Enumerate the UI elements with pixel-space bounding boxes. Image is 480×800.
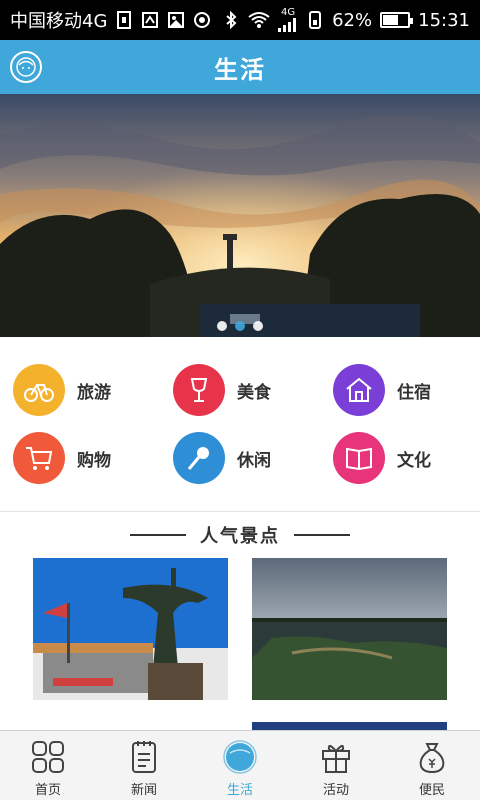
grid-home-icon: [28, 737, 68, 777]
category-leisure[interactable]: 休闲: [173, 432, 271, 484]
notification-icon: [142, 12, 159, 28]
app-header: 生活: [0, 40, 480, 94]
shopping-cart-icon: [13, 432, 65, 484]
category-food[interactable]: 美食: [173, 364, 271, 416]
wine-glass-icon: [173, 364, 225, 416]
nav-label: 新闻: [130, 783, 157, 798]
bicycle-icon: [13, 364, 65, 416]
nav-tab-events[interactable]: 活动: [288, 731, 384, 800]
battery-icon: [380, 12, 414, 28]
wifi-icon: [248, 12, 270, 28]
gift-box-icon: [316, 737, 356, 777]
spot-card-partial[interactable]: [252, 722, 447, 730]
book-icon: [333, 432, 385, 484]
spot-image: [33, 558, 228, 700]
nav-label: 首页: [34, 783, 61, 798]
signal-bars-icon: [278, 18, 297, 32]
spot-image: [252, 558, 447, 700]
news-notebook-icon: [124, 737, 164, 777]
bottom-navigation: 首页 新闻 生活 活动 便民: [0, 730, 480, 800]
image-icon: [168, 12, 185, 28]
nav-tab-news[interactable]: 新闻: [96, 731, 192, 800]
clock: 15:31: [418, 9, 470, 31]
nav-tab-services[interactable]: 便民: [384, 731, 480, 800]
microphone-icon: [173, 432, 225, 484]
battery-percent: 62%: [332, 9, 373, 31]
carrier-label: 中国移动4G: [10, 11, 108, 32]
category-lodging[interactable]: 住宿: [333, 364, 431, 416]
carousel-dot[interactable]: [217, 321, 227, 331]
divider: [294, 534, 350, 536]
house-icon: [333, 364, 385, 416]
banner-image: [0, 94, 480, 337]
money-bag-icon: [412, 737, 452, 777]
spot-card-statue[interactable]: [33, 558, 228, 700]
category-travel[interactable]: 旅游: [13, 364, 111, 416]
battery-level-fill: [383, 15, 399, 25]
bluetooth-icon: [226, 11, 237, 29]
category-label: 旅游: [77, 382, 111, 403]
category-grid: 旅游 美食 住宿 购物 休闲 文化: [0, 337, 480, 512]
nav-label: 便民: [418, 783, 445, 798]
nav-tab-home[interactable]: 首页: [0, 731, 96, 800]
carousel-dot[interactable]: [253, 321, 263, 331]
nav-label: 活动: [322, 783, 349, 798]
category-label: 购物: [77, 450, 111, 471]
category-label: 文化: [397, 450, 431, 471]
carousel-indicators: [0, 321, 480, 331]
section-title: 人气景点: [200, 526, 280, 547]
signal-indicator: 4G: [278, 8, 298, 32]
app-icon: [194, 12, 211, 28]
category-label: 休闲: [237, 450, 271, 471]
sim-icon: [117, 11, 132, 29]
network-type-label: 4G: [281, 7, 296, 18]
category-shopping[interactable]: 购物: [13, 432, 111, 484]
nav-label: 生活: [226, 783, 253, 798]
status-bar: 中国移动4G 4G 62% 15:31: [0, 0, 480, 40]
page-title: 生活: [214, 55, 266, 84]
category-label: 住宿: [397, 382, 431, 403]
category-label: 美食: [237, 382, 271, 403]
spot-card-lake[interactable]: [252, 558, 447, 700]
banner-carousel[interactable]: [0, 94, 480, 337]
user-avatar-icon: [16, 57, 36, 77]
section-header: 人气景点: [0, 522, 480, 548]
divider: [130, 534, 186, 536]
life-circle-icon: [220, 737, 260, 777]
category-culture[interactable]: 文化: [333, 432, 431, 484]
user-avatar-button[interactable]: [10, 51, 42, 83]
popular-spots-section: 人气景点: [0, 512, 480, 730]
phone-sim-icon: [309, 11, 322, 29]
nav-tab-life[interactable]: 生活: [192, 731, 288, 800]
carousel-dot-active[interactable]: [235, 321, 245, 331]
